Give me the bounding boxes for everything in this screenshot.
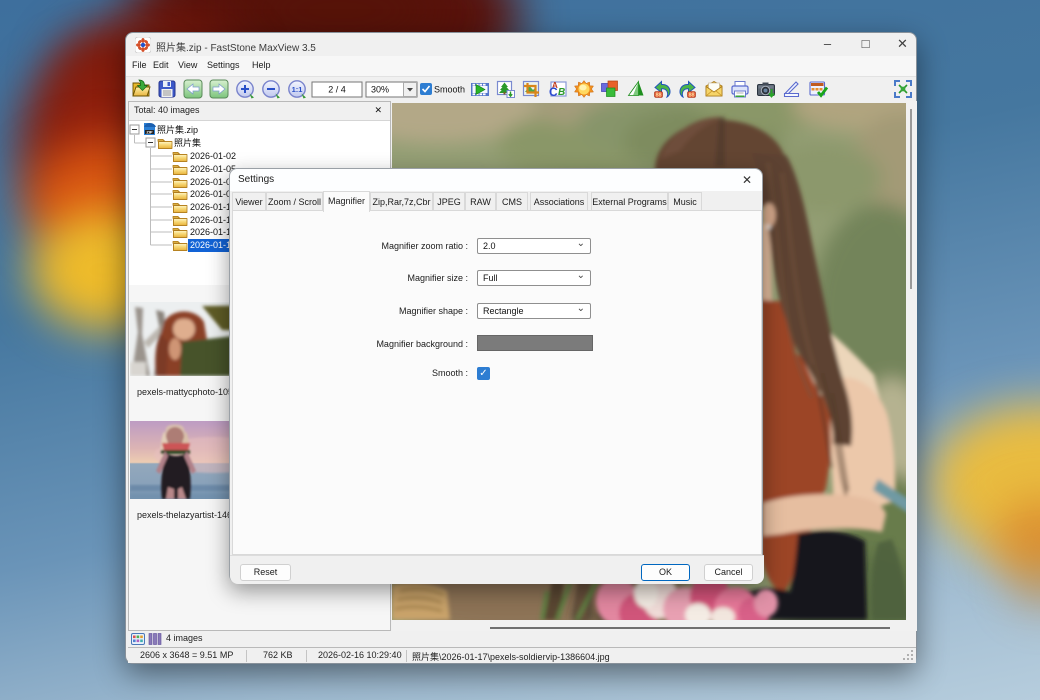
svg-text:ZIP: ZIP bbox=[146, 129, 153, 134]
svg-text:88: 88 bbox=[655, 93, 661, 99]
svg-text:2 / 4: 2 / 4 bbox=[328, 85, 346, 95]
svg-text:Smooth: Smooth bbox=[434, 85, 465, 95]
svg-text:1:1: 1:1 bbox=[292, 85, 303, 94]
svg-text:C: C bbox=[549, 85, 558, 99]
svg-text:88: 88 bbox=[688, 93, 694, 99]
svg-text:30%: 30% bbox=[371, 85, 389, 95]
svg-text:B: B bbox=[558, 87, 565, 98]
